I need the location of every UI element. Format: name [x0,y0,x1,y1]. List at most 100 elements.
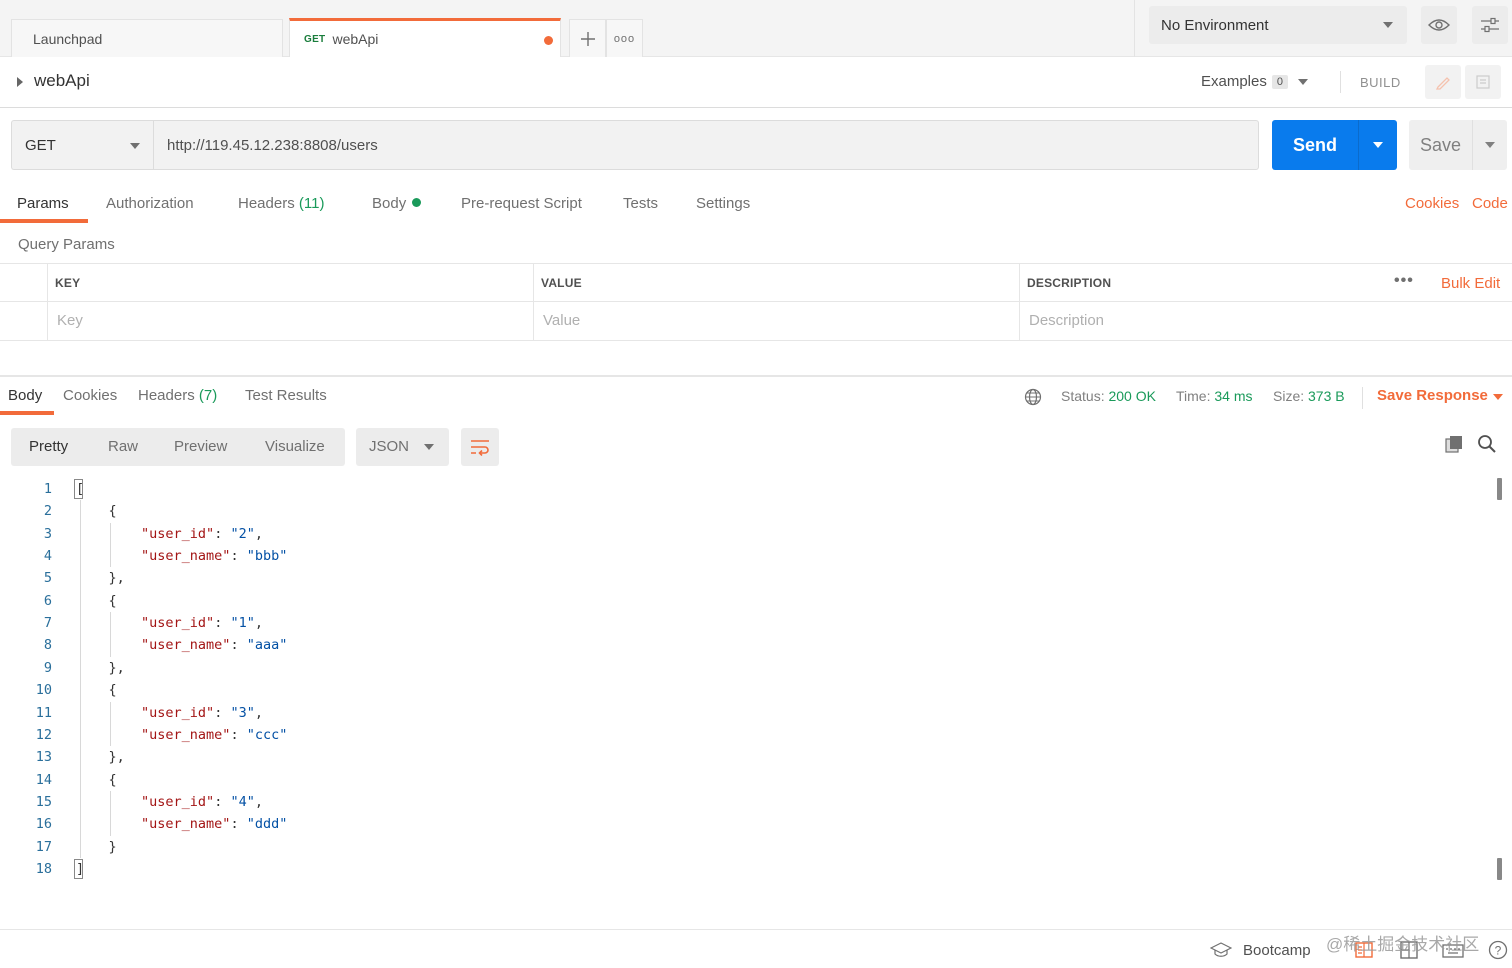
request-name[interactable]: webApi [34,71,90,91]
code-line: "user_name": "bbb" [141,548,288,565]
search-button[interactable] [1476,433,1498,455]
examples-count-badge: 0 [1271,74,1288,89]
line-number: 5 [43,570,52,587]
json-string-value: "aaa" [246,637,288,654]
help-icon: ? [1488,940,1508,960]
tab-settings[interactable]: Settings [696,195,750,212]
examples-dropdown[interactable]: Examples 0 [1201,73,1308,90]
line-number: 7 [43,615,52,632]
resize-handle[interactable] [0,375,1512,377]
response-time[interactable]: Time: 34 ms [1176,388,1253,404]
line-number: 3 [43,525,52,542]
code-line: "user_id": "3", [141,704,263,721]
line-number: 14 [35,771,52,788]
line-number: 13 [35,749,52,766]
view-raw-button[interactable]: Raw [108,438,138,455]
chevron-down-icon [1297,78,1308,85]
caret-right-icon[interactable] [17,77,23,87]
line-number: 18 [35,860,52,877]
key-field[interactable]: Key [57,312,83,329]
response-tab-test-results[interactable]: Test Results [245,387,327,404]
line-number: 12 [35,726,52,743]
response-tab-cookies[interactable]: Cookies [63,387,117,404]
chevron-down-icon[interactable] [1493,394,1503,400]
edit-button[interactable] [1425,65,1461,99]
unsaved-dot-icon [544,36,553,45]
help-button[interactable]: ? [1487,939,1509,961]
send-button[interactable]: Send [1272,120,1358,170]
json-string-value: "2" [230,525,255,542]
eye-icon [1428,19,1450,31]
description-field[interactable]: Description [1029,312,1104,329]
build-mode-label[interactable]: BUILD [1360,75,1401,90]
code-line: }, [76,659,125,676]
tab-params[interactable]: Params [17,195,69,212]
line-number: 6 [43,592,52,609]
json-string-value: "3" [230,704,255,721]
line-number: 8 [43,637,52,654]
save-options-button[interactable] [1472,120,1507,170]
response-view-switcher: Pretty Raw Preview Visualize [11,428,345,466]
manage-environments-button[interactable] [1472,6,1508,44]
json-key: "user_id" [141,615,215,632]
save-response-button[interactable]: Save Response [1377,387,1488,404]
bootcamp-link[interactable]: Bootcamp [1243,942,1311,959]
response-size[interactable]: Size: 373 B [1273,388,1345,404]
response-format-label: JSON [369,438,410,455]
wrap-lines-button[interactable] [461,428,499,466]
chevron-down-icon [1485,142,1495,148]
json-key: "user_name" [141,637,231,654]
json-key: "user_id" [141,704,215,721]
chevron-down-icon [424,444,434,450]
indent-guide [110,612,111,657]
tab-body-label: Body [372,195,407,212]
new-tab-button[interactable] [569,19,606,57]
divider [533,264,534,341]
view-pretty-button[interactable]: Pretty [29,438,68,455]
documentation-button[interactable] [1465,65,1501,99]
size-label: Size: [1273,388,1305,404]
tab-headers-label: Headers [238,195,295,212]
tab-options-button[interactable]: ooo [606,19,643,57]
code-link[interactable]: Code [1472,195,1508,212]
cookies-link[interactable]: Cookies [1405,195,1459,212]
tab-headers[interactable]: Headers (11) [238,195,324,212]
response-tab-body[interactable]: Body [8,387,42,404]
line-number: 11 [35,704,52,721]
code-line: ] [74,858,85,879]
globe-icon[interactable] [1024,388,1042,406]
value-field[interactable]: Value [543,312,580,329]
view-preview-button[interactable]: Preview [174,438,227,455]
code-line: "user_id": "2", [141,525,263,542]
environment-select[interactable]: No Environment [1149,6,1407,44]
response-status[interactable]: Status: 200 OK [1061,388,1156,404]
more-options-icon[interactable]: ••• [1394,272,1414,290]
examples-label: Examples [1201,73,1267,90]
environment-quick-look-button[interactable] [1421,6,1457,44]
send-options-button[interactable] [1358,120,1397,170]
tab-tests[interactable]: Tests [623,195,658,212]
scrollbar-marker[interactable] [1497,858,1502,880]
response-format-select[interactable]: JSON [356,428,449,466]
view-visualize-button[interactable]: Visualize [265,438,325,455]
response-body-code[interactable]: 1 [2 {3 "user_id": "2", 4 "user_name": "bb… [0,478,1490,888]
tab-launchpad[interactable]: Launchpad [11,19,283,57]
copy-button[interactable] [1443,433,1465,455]
bulk-edit-link[interactable]: Bulk Edit [1441,275,1500,292]
tab-pre-request-script[interactable]: Pre-request Script [461,195,582,212]
scrollbar-marker[interactable] [1497,478,1502,500]
tab-body[interactable]: Body [372,195,422,212]
sliders-icon [1481,17,1499,33]
divider [47,264,48,341]
tab-authorization[interactable]: Authorization [106,195,194,212]
line-number: 2 [43,503,52,520]
line-number: 1 [43,481,52,497]
json-string-value: "ddd" [246,816,288,833]
http-method-select[interactable]: GET [11,120,153,170]
url-input[interactable] [153,120,1259,170]
save-button[interactable]: Save [1409,120,1472,170]
tab-webapi[interactable]: GET webApi [289,18,561,57]
divider [1134,0,1135,57]
response-tab-headers[interactable]: Headers (7) [138,387,217,404]
code-line: "user_name": "ccc" [141,726,288,743]
